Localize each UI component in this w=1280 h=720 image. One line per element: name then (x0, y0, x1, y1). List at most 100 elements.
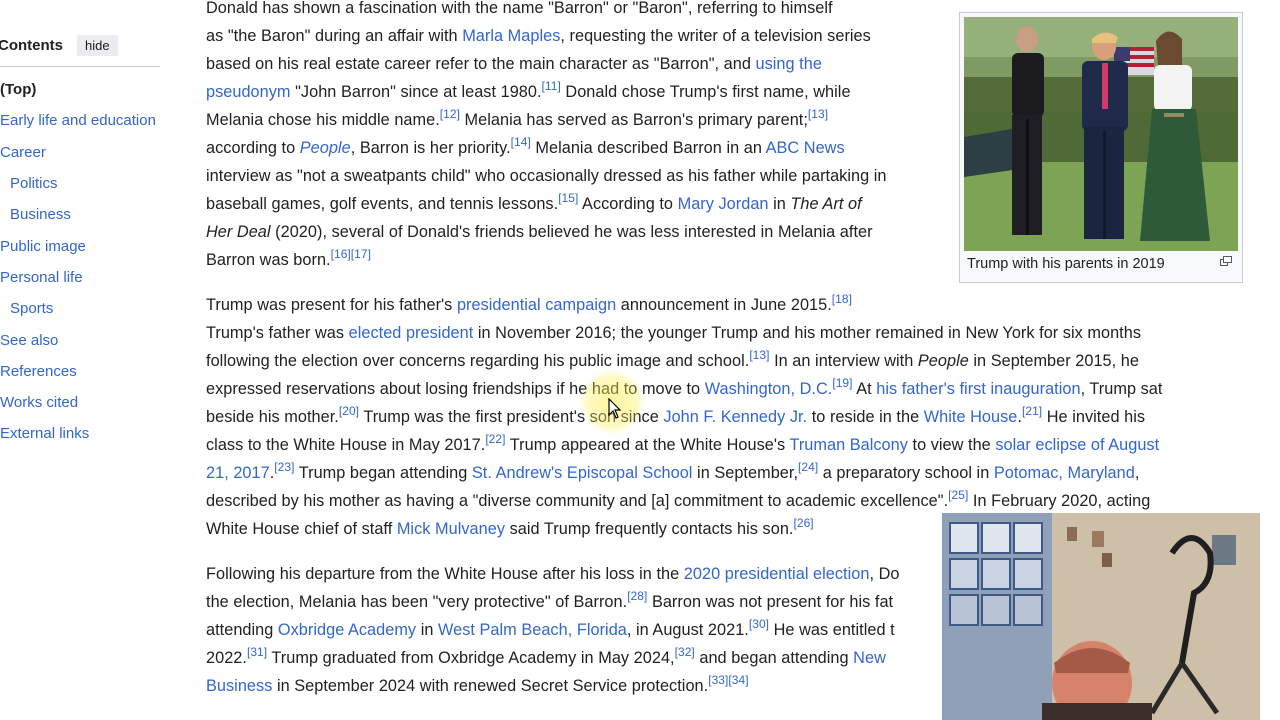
citation-link[interactable]: [19] (832, 376, 852, 390)
text: Melania has served as Barron's primary p… (459, 111, 808, 129)
text: in September 2024 with renewed Secret Se… (272, 677, 709, 695)
citation-link[interactable]: [30] (749, 617, 769, 631)
citation-link[interactable]: [13] (808, 107, 828, 121)
toc-item-public-image[interactable]: Public image (0, 230, 156, 261)
text: Trump's father was (206, 324, 349, 342)
text: to view the (907, 436, 996, 454)
toc-item-business[interactable]: Business (0, 199, 156, 230)
citation-link[interactable]: [24] (798, 460, 818, 474)
text: expressed reservations about losing frie… (206, 380, 705, 398)
link-jfk-jr[interactable]: John F. Kennedy Jr. (663, 408, 807, 426)
text-line: attending Oxbridge Academy in West Palm … (206, 616, 900, 644)
link-people[interactable]: People (300, 139, 351, 157)
citation-link[interactable]: [21] (1022, 404, 1042, 418)
link-abc-news[interactable]: ABC News (766, 139, 845, 157)
text-line: following the election over concerns reg… (206, 347, 1162, 375)
text-line: Melania chose his middle name.[12] Melan… (206, 106, 887, 134)
citation-link[interactable]: [32] (675, 645, 695, 659)
link-mick-mulvaney[interactable]: Mick Mulvaney (397, 520, 505, 538)
text: White House chief of staff (206, 520, 397, 538)
toc-item-works-cited[interactable]: Works cited (0, 387, 156, 418)
table-of-contents: Contents hide (Top) Early life and educa… (0, 0, 170, 720)
citation-link[interactable]: [12] (440, 107, 460, 121)
citation-link[interactable]: [33][34] (708, 673, 748, 687)
text: According to (578, 195, 678, 213)
link-elected-president[interactable]: elected president (349, 324, 474, 342)
link-2020-election[interactable]: 2020 presidential election (684, 565, 870, 583)
text: At (852, 380, 877, 398)
magnify-clip-icon[interactable] (1220, 256, 1232, 266)
text: , Barron is her priority. (350, 139, 511, 157)
link-truman-balcony[interactable]: Truman Balcony (789, 436, 908, 454)
text-line: interview as "not a sweatpants child" wh… (206, 162, 887, 190)
citation-link[interactable]: [31] (247, 645, 267, 659)
text: interview as "not a sweatpants child" wh… (206, 167, 887, 185)
paragraph-name-origin: Donald has shown a fascination with the … (206, 0, 887, 274)
toc-item-early-life[interactable]: Early life and education (0, 105, 156, 136)
family-photo[interactable] (964, 17, 1238, 251)
toc-hide-button[interactable]: hide (77, 34, 118, 56)
toc-item-career[interactable]: Career (0, 137, 156, 168)
text-line: expressed reservations about losing frie… (206, 375, 1162, 403)
toc-link[interactable]: Early life and education (0, 112, 156, 129)
toc-item-see-also[interactable]: See also (0, 324, 156, 355)
link-oxbridge-academy[interactable]: Oxbridge Academy (278, 621, 416, 639)
citation-link[interactable]: [22] (485, 432, 505, 446)
toc-link[interactable]: References (0, 363, 77, 380)
link-west-palm-beach[interactable]: West Palm Beach, Florida (438, 621, 627, 639)
citation-link[interactable]: [15] (558, 191, 578, 205)
citation-link[interactable]: [11] (542, 79, 561, 93)
toc-link[interactable]: See also (0, 332, 58, 349)
link-st-andrews-school[interactable]: St. Andrew's Episcopal School (472, 464, 693, 482)
citation-link[interactable]: [23] (274, 460, 294, 474)
text: Trump graduated from Oxbridge Academy in… (267, 649, 675, 667)
text: Following his departure from the White H… (206, 565, 684, 583)
toc-item-external-links[interactable]: External links (0, 418, 156, 449)
citation-link[interactable]: [20] (339, 404, 359, 418)
link-washington-dc[interactable]: Washington, D.C. (705, 380, 833, 398)
toc-link[interactable]: Works cited (0, 394, 78, 411)
link-nyu-stern[interactable]: New (853, 649, 886, 667)
citation-link[interactable]: [28] (627, 589, 647, 603)
link-white-house[interactable]: White House (924, 408, 1018, 426)
link-solar-eclipse[interactable]: solar eclipse of August (995, 436, 1159, 454)
toc-link[interactable]: Politics (10, 175, 58, 192)
toc-item-references[interactable]: References (0, 356, 156, 387)
toc-item-politics[interactable]: Politics (0, 168, 156, 199)
toc-item-top[interactable]: (Top) (0, 74, 156, 105)
toc-link[interactable]: External links (0, 425, 89, 442)
link-first-inauguration[interactable]: his father's first inauguration (876, 380, 1080, 398)
citation-link[interactable]: [26] (794, 516, 814, 530)
citation-link[interactable]: [18] (832, 292, 852, 306)
link-using-the-pseudonym[interactable]: using the (756, 55, 822, 73)
link-solar-eclipse-date[interactable]: 21, 2017 (206, 464, 270, 482)
link-marla-maples[interactable]: Marla Maples (462, 27, 560, 45)
link-potomac-maryland[interactable]: Potomac, Maryland (994, 464, 1135, 482)
toc-item-personal-life[interactable]: Personal life (0, 262, 156, 293)
toc-link[interactable]: (Top) (0, 81, 36, 98)
link-mary-jordan[interactable]: Mary Jordan (678, 195, 769, 213)
text: a preparatory school in (818, 464, 994, 482)
citation-link[interactable]: [14] (511, 135, 531, 149)
link-presidential-campaign[interactable]: presidential campaign (457, 296, 616, 314)
toc-link[interactable]: Career (0, 144, 46, 161)
text: said Trump frequently contacts his son. (505, 520, 794, 538)
citation-link[interactable]: [25] (948, 488, 968, 502)
family-photo-drawing (964, 17, 1238, 251)
toc-link[interactable]: Business (10, 206, 71, 223)
text-line: pseudonym "John Barron" since at least 1… (206, 78, 887, 106)
text: Barron was not present for his fat (647, 593, 894, 611)
link-pseudonym[interactable]: pseudonym (206, 83, 291, 101)
text: Donald chose Trump's first name, while (560, 83, 851, 101)
link-nyu-stern-cont[interactable]: Business (206, 677, 272, 695)
toc-item-sports[interactable]: Sports (0, 293, 156, 324)
toc-link[interactable]: Personal life (0, 269, 83, 286)
toc-link[interactable]: Public image (0, 238, 86, 255)
citation-link[interactable]: [16][17] (331, 247, 371, 261)
text-line: as "the Baron" during an affair with Mar… (206, 22, 887, 50)
citation-link[interactable]: [13] (749, 348, 769, 362)
text: in November 2016; the younger Trump and … (473, 324, 1142, 342)
text: Donald has shown a fascination with the … (206, 0, 833, 17)
toc-link[interactable]: Sports (10, 300, 53, 317)
toc-divider (0, 66, 160, 67)
